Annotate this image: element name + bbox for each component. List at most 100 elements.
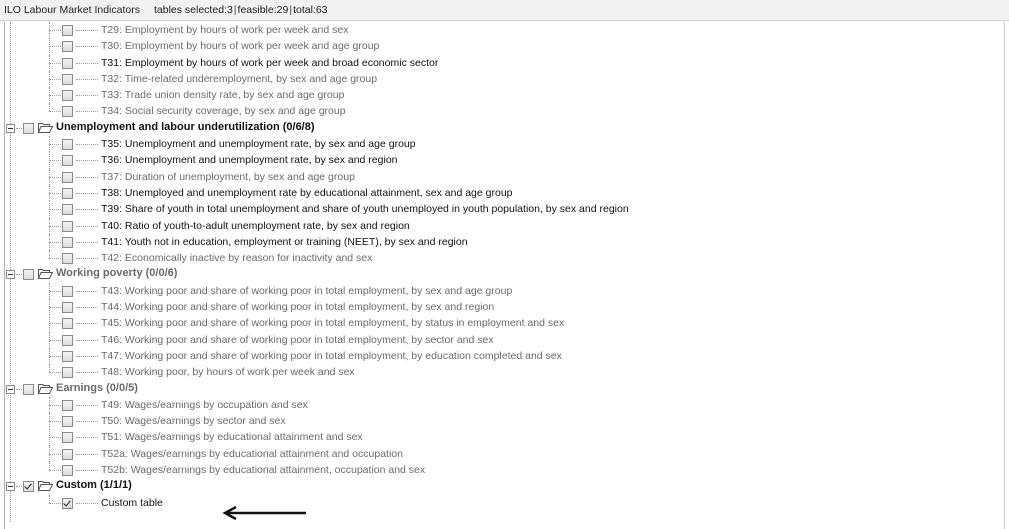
window-title-bar: ILO Labour Market Indicators tables sele… xyxy=(0,0,1009,21)
tree-group-node[interactable]: Working poverty (0/0/6) xyxy=(5,266,1004,282)
tree-leaf-node[interactable]: T39: Share of youth in total unemploymen… xyxy=(5,201,1004,218)
table-checkbox[interactable] xyxy=(62,139,73,151)
tree-leaf-node[interactable]: T52a: Wages/earnings by educational atta… xyxy=(5,445,1004,463)
table-checkbox[interactable] xyxy=(62,318,73,330)
tree-connector xyxy=(49,323,61,325)
table-label: T52a: Wages/earnings by educational atta… xyxy=(101,447,403,460)
table-checkbox[interactable] xyxy=(62,106,73,118)
group-checkbox[interactable] xyxy=(23,481,34,493)
indicator-tree[interactable]: T29: Employment by hours of work per wee… xyxy=(4,22,1005,529)
tree-leaf-node[interactable]: T31: Employment by hours of work per wee… xyxy=(5,54,1004,71)
tree-leaf-node[interactable]: T42: Economically inactive by reason for… xyxy=(5,250,1004,266)
table-checkbox[interactable] xyxy=(62,302,73,314)
tree-leaf-node[interactable]: T46: Working poor and share of working p… xyxy=(5,331,1004,348)
tree-group-node[interactable]: Earnings (0/0/5) xyxy=(5,381,1004,397)
table-checkbox[interactable] xyxy=(62,432,73,444)
tree-connector xyxy=(76,30,98,31)
tree-leaf-node[interactable]: T38: Unemployed and unemployment rate by… xyxy=(5,184,1004,202)
table-checkbox[interactable] xyxy=(62,25,73,36)
table-label: T34: Social security coverage, by sex an… xyxy=(101,105,346,118)
tree-leaf-node[interactable]: T35: Unemployment and unemployment rate,… xyxy=(5,136,1004,153)
tree-connector xyxy=(76,453,98,455)
tree-leaf-node[interactable]: T51: Wages/earnings by educational attai… xyxy=(5,429,1004,446)
table-checkbox[interactable] xyxy=(62,204,73,216)
table-checkbox[interactable] xyxy=(62,367,73,379)
table-checkbox[interactable] xyxy=(62,236,73,248)
group-label: Unemployment and labour underutilization… xyxy=(56,120,315,133)
tree-leaf-node[interactable]: T34: Social security coverage, by sex an… xyxy=(5,103,1004,119)
tree-connector xyxy=(76,404,98,406)
tree-connector xyxy=(49,355,61,357)
group-checkbox[interactable] xyxy=(23,122,34,134)
tree-connector xyxy=(76,144,98,146)
tree-connector xyxy=(49,176,61,178)
table-checkbox[interactable] xyxy=(62,285,73,297)
tree-leaf-node[interactable]: T40: Ratio of youth-to-adult unemploymen… xyxy=(5,217,1004,234)
tree-connector xyxy=(49,421,61,423)
table-checkbox[interactable] xyxy=(62,416,73,428)
tree-leaf-node[interactable]: Custom table xyxy=(5,494,1004,511)
tree-leaf-node[interactable]: T30: Employment by hours of work per wee… xyxy=(5,38,1004,55)
collapse-toggle-icon[interactable] xyxy=(6,123,15,133)
tree-leaf-node[interactable]: T43: Working poor and share of working p… xyxy=(5,282,1004,300)
table-label: T30: Employment by hours of work per wee… xyxy=(101,40,380,53)
table-checkbox[interactable] xyxy=(62,253,73,265)
tree-connector xyxy=(76,339,98,341)
tree-connector xyxy=(49,258,61,260)
tree-group-node[interactable]: Custom (1/1/1) xyxy=(5,478,1004,494)
tree-connector xyxy=(76,111,98,113)
tree-connector xyxy=(76,192,98,194)
table-checkbox[interactable] xyxy=(62,57,73,69)
table-label: T37: Duration of unemployment, by sex an… xyxy=(101,170,355,183)
table-checkbox[interactable] xyxy=(62,90,73,102)
window-title: ILO Labour Market Indicators xyxy=(4,4,140,16)
tree-leaf-node[interactable]: T33: Trade union density rate, by sex an… xyxy=(5,87,1004,104)
table-checkbox[interactable] xyxy=(62,220,73,232)
tree-connector xyxy=(49,95,61,97)
tree-leaf-node[interactable]: T44: Working poor and share of working p… xyxy=(5,299,1004,316)
table-checkbox[interactable] xyxy=(62,399,73,411)
table-checkbox[interactable] xyxy=(62,350,73,362)
tree-connector xyxy=(76,355,98,357)
table-checkbox[interactable] xyxy=(62,448,73,460)
tree-leaf-node[interactable]: T36: Unemployment and unemployment rate,… xyxy=(5,152,1004,169)
tree-group-node[interactable]: Unemployment and labour underutilization… xyxy=(5,120,1004,136)
tree-connector xyxy=(76,241,98,243)
table-checkbox[interactable] xyxy=(62,41,73,53)
table-checkbox[interactable] xyxy=(62,334,73,346)
tree-connector xyxy=(76,78,98,80)
tree-leaf-node[interactable]: T29: Employment by hours of work per wee… xyxy=(5,22,1004,39)
table-checkbox[interactable] xyxy=(62,171,73,183)
table-label: T39: Share of youth in total unemploymen… xyxy=(101,203,629,216)
table-label: T42: Economically inactive by reason for… xyxy=(101,252,373,265)
collapse-toggle-icon[interactable] xyxy=(6,384,15,394)
table-label: T46: Working poor and share of working p… xyxy=(101,333,494,346)
tree-leaf-node[interactable]: T32: Time-related underemployment, by se… xyxy=(5,70,1004,88)
tree-leaf-node[interactable]: T52b: Wages/earnings by educational atta… xyxy=(5,462,1004,478)
group-checkbox[interactable] xyxy=(23,383,34,395)
tree-leaf-node[interactable]: T48: Working poor, by hours of work per … xyxy=(5,364,1004,380)
table-checkbox[interactable] xyxy=(62,187,73,199)
group-checkbox[interactable] xyxy=(23,269,34,281)
table-label: T44: Working poor and share of working p… xyxy=(101,301,495,314)
selected-count: tables selected:3 xyxy=(153,4,233,16)
tree-leaf-node[interactable]: T50: Wages/earnings by sector and sex xyxy=(5,413,1004,430)
tree-leaf-node[interactable]: T37: Duration of unemployment, by sex an… xyxy=(5,168,1004,185)
tree-connector xyxy=(16,486,22,488)
tree-leaf-node[interactable]: T49: Wages/earnings by occupation and se… xyxy=(5,396,1004,414)
tree-leaf-node[interactable]: T45: Working poor and share of working p… xyxy=(5,315,1004,332)
tree-connector xyxy=(76,160,98,162)
tree-connector xyxy=(76,307,98,309)
collapse-toggle-icon[interactable] xyxy=(6,482,15,492)
folder-icon xyxy=(38,269,53,280)
table-checkbox[interactable] xyxy=(62,155,73,167)
table-checkbox[interactable] xyxy=(62,465,73,477)
collapse-toggle-icon[interactable] xyxy=(6,270,15,280)
table-label: Custom table xyxy=(101,496,163,509)
folder-icon xyxy=(38,481,53,492)
tree-connector xyxy=(76,470,98,472)
tree-leaf-node[interactable]: T41: Youth not in education, employment … xyxy=(5,233,1004,251)
table-checkbox[interactable] xyxy=(62,73,73,85)
tree-leaf-node[interactable]: T47: Working poor and share of working p… xyxy=(5,347,1004,365)
table-checkbox[interactable] xyxy=(62,497,73,509)
